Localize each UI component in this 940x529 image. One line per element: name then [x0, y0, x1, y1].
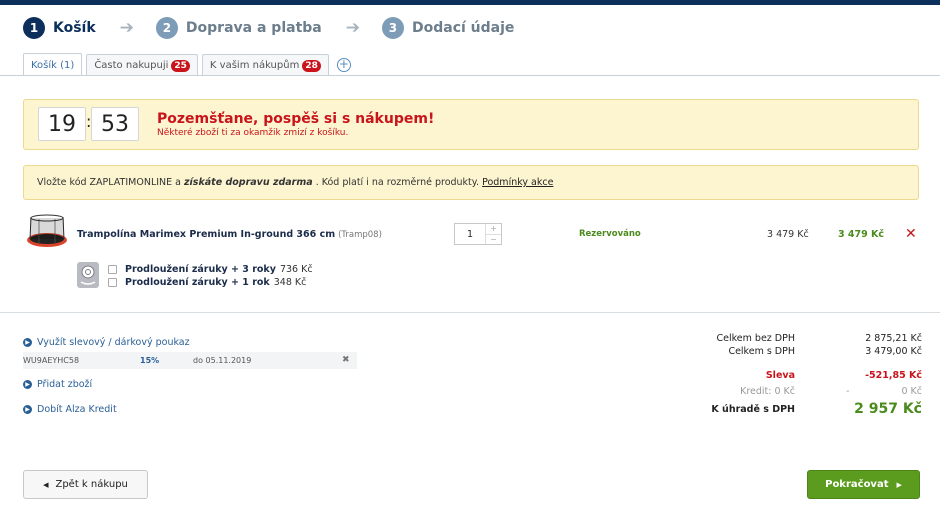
timer-subtitle: Některé zboží ti za okamžik zmizí z koší… — [157, 128, 349, 138]
step-number: 3 — [381, 17, 404, 39]
applied-coupon: WU9AEYHC58 15% do 05.11.2019 ✖ — [23, 352, 357, 369]
timer-seconds: 53 — [91, 107, 139, 141]
to-pay-label: K úhradě s DPH — [711, 404, 795, 415]
credit-link[interactable]: ▶ Dobít Alza Kredit — [23, 404, 117, 415]
without-vat-value: 2 875,21 Kč — [865, 333, 922, 344]
continue-button[interactable]: Pokračovat ▶ — [807, 470, 920, 499]
product-code: (Tramp08) — [338, 230, 382, 240]
credit-label: Dobít Alza Kredit — [37, 404, 117, 415]
discount-label: Sleva — [765, 370, 795, 381]
credit-summary-label: Kredit: 0 Kč — [740, 386, 795, 397]
step-label: Doprava a platba — [185, 20, 322, 36]
product-image[interactable] — [25, 213, 69, 253]
section-divider — [0, 312, 940, 313]
warranty-checkbox[interactable] — [108, 278, 117, 287]
with-vat-label: Celkem s DPH — [728, 346, 795, 357]
warranty-icon — [77, 262, 99, 288]
coupon-code: WU9AEYHC58 — [23, 356, 80, 365]
voucher-label: Využít slevový / dárkový poukaz — [37, 337, 190, 348]
warranty-price: 736 Kč — [279, 264, 313, 275]
timer-minutes: 19 — [38, 107, 86, 141]
add-goods-label: Přidat zboží — [37, 379, 93, 390]
tab-label: Často nakupuji — [94, 60, 169, 71]
timer-title: Pozemšťane, pospěš si s nákupem! — [157, 111, 435, 127]
promo-terms-link[interactable]: Podmínky akce — [482, 177, 553, 188]
unit-price: 3 479 Kč — [767, 229, 809, 240]
quantity-stepper[interactable]: 1 + − — [454, 223, 502, 245]
coupon-percent: 15% — [140, 356, 160, 365]
step-label: Košík — [53, 20, 96, 36]
warranty-checkbox[interactable] — [108, 265, 117, 274]
tab-label: Košík (1) — [31, 59, 75, 71]
checkout-steps: 1 Košík ➔ 2 Doprava a platba ➔ 3 Dodací … — [23, 17, 514, 39]
total-price: 3 479 Kč — [838, 229, 885, 240]
tab-purchases[interactable]: K vašim nákupům 28 — [201, 54, 329, 76]
warranty-option-1y[interactable]: Prodloužení záruky + 1 rok 348 Kč — [108, 277, 306, 288]
warranty-price: 348 Kč — [273, 277, 307, 288]
remove-item-icon[interactable]: ✕ — [905, 226, 917, 242]
chevron-right-icon: ▶ — [896, 480, 902, 489]
chevron-right-icon: ▶ — [23, 405, 32, 414]
discount-value: -521,85 Kč — [865, 370, 922, 381]
tab-label: K vašim nákupům — [209, 60, 300, 71]
promo-bold: získáte dopravu zdarma — [184, 177, 313, 188]
tab-cart[interactable]: Košík (1) — [23, 53, 83, 76]
top-bar — [0, 0, 940, 5]
quantity-input[interactable]: 1 — [455, 224, 485, 244]
count-badge: 25 — [171, 59, 190, 72]
step-cart[interactable]: 1 Košík — [23, 17, 96, 39]
availability-status: Rezervováno — [579, 229, 641, 239]
warranty-option-3y[interactable]: Prodloužení záruky + 3 roky 736 Kč — [108, 264, 313, 275]
tab-frequent[interactable]: Často nakupuji 25 — [86, 54, 198, 76]
step-label: Dodací údaje — [411, 20, 515, 36]
tab-divider — [0, 75, 940, 76]
back-label: Zpět k nákupu — [55, 479, 128, 490]
promo-notice: Vložte kód ZAPLATIMONLINE a získáte dopr… — [23, 165, 919, 200]
quantity-increase-button[interactable]: + — [486, 224, 501, 234]
warranty-label: Prodloužení záruky + 1 rok — [125, 277, 270, 288]
remove-coupon-icon[interactable]: ✖ — [342, 355, 350, 365]
chevron-left-icon: ◀ — [43, 480, 49, 489]
without-vat-label: Celkem bez DPH — [716, 333, 795, 344]
step-delivery-details[interactable]: 3 Dodací údaje — [381, 17, 515, 39]
quantity-decrease-button[interactable]: − — [486, 233, 501, 245]
chevron-right-icon: ▶ — [23, 338, 32, 347]
promo-text-end: . Kód platí i na rozměrné produkty. — [315, 177, 480, 188]
credit-dash: - — [846, 386, 850, 397]
count-badge: 28 — [302, 59, 321, 72]
warranty-label: Prodloužení záruky + 3 roky — [125, 264, 276, 275]
credit-summary-value: 0 Kč — [901, 386, 922, 397]
coupon-validity: do 05.11.2019 — [193, 356, 252, 365]
add-goods-link[interactable]: ▶ Přidat zboží — [23, 379, 92, 390]
product-title: Trampolína Marimex Premium In-ground 366… — [77, 229, 336, 240]
continue-label: Pokračovat — [825, 479, 889, 490]
product-name[interactable]: Trampolína Marimex Premium In-ground 366… — [77, 229, 382, 240]
chevron-right-icon: ▶ — [23, 380, 32, 389]
to-pay-value: 2 957 Kč — [854, 401, 922, 417]
timer-notice: 19 : 53 Pozemšťane, pospěš si s nákupem!… — [23, 99, 919, 150]
voucher-link[interactable]: ▶ Využít slevový / dárkový poukaz — [23, 337, 190, 348]
cart-tabs: Košík (1) Často nakupuji 25 K vašim náku… — [23, 53, 351, 76]
add-tab-icon[interactable]: + — [336, 58, 351, 72]
promo-text: Vložte kód ZAPLATIMONLINE a — [37, 177, 181, 188]
step-shipping-payment[interactable]: 2 Doprava a platba — [155, 17, 322, 39]
step-number: 2 — [155, 17, 178, 39]
arrow-right-icon: ➔ — [345, 18, 360, 38]
back-to-shopping-button[interactable]: ◀ Zpět k nákupu — [23, 470, 148, 499]
with-vat-value: 3 479,00 Kč — [865, 346, 922, 357]
step-number: 1 — [23, 17, 45, 39]
arrow-right-icon: ➔ — [119, 18, 134, 38]
